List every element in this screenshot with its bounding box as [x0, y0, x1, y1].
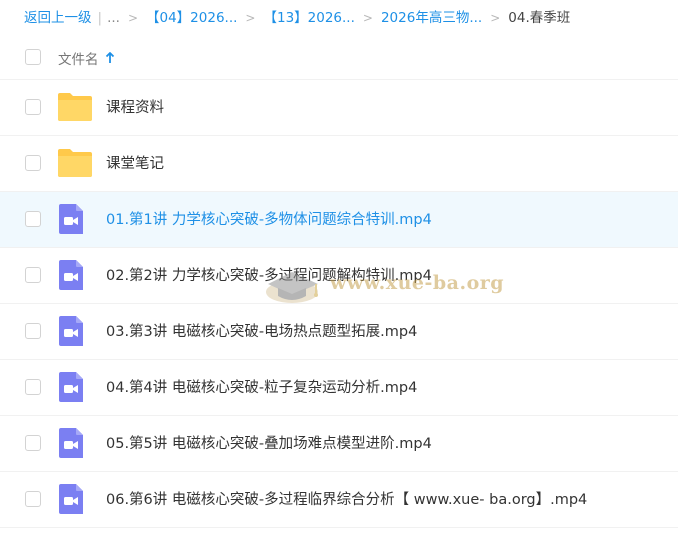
row-checkbox[interactable] [25, 323, 41, 339]
file-name[interactable]: 03.第3讲 电磁核心突破-电场热点题型拓展.mp4 [106, 322, 417, 342]
folder-icon [58, 93, 92, 121]
video-file-icon [59, 316, 83, 346]
file-row[interactable]: 课程资料 [0, 80, 678, 136]
row-checkbox[interactable] [25, 99, 41, 115]
breadcrumb-separator-icon: > [362, 11, 373, 25]
breadcrumb-separator-icon: > [245, 11, 256, 25]
file-row[interactable]: 03.第3讲 电磁核心突破-电场热点题型拓展.mp4 [0, 304, 678, 360]
file-list-header: 文件名 [0, 34, 678, 80]
breadcrumb-item-3[interactable]: 2026年高三物... [381, 9, 482, 27]
breadcrumb: 返回上一级 | ... > 【04】2026... > 【13】2026... … [24, 9, 570, 27]
file-name[interactable]: 06.第6讲 电磁核心突破-多过程临界综合分析【 www.xue- ba.org… [106, 490, 587, 510]
breadcrumb-separator-icon: > [127, 11, 138, 25]
breadcrumb-item-1[interactable]: 【04】2026... [146, 9, 237, 27]
breadcrumb-item-2[interactable]: 【13】2026... [263, 9, 354, 27]
column-header-label: 文件名 [58, 52, 99, 68]
breadcrumb-current: 04.春季班 [508, 10, 571, 26]
folder-icon [58, 149, 92, 177]
file-row[interactable]: 02.第2讲 力学核心突破-多过程问题解构特训.mp4 [0, 248, 678, 304]
video-file-icon [59, 484, 83, 514]
video-file-icon [59, 204, 83, 234]
file-name[interactable]: 05.第5讲 电磁核心突破-叠加场难点模型进阶.mp4 [106, 434, 432, 454]
file-name[interactable]: 02.第2讲 力学核心突破-多过程问题解构特训.mp4 [106, 266, 432, 286]
file-name[interactable]: 04.第4讲 电磁核心突破-粒子复杂运动分析.mp4 [106, 378, 417, 398]
breadcrumb-divider: | [97, 10, 103, 26]
column-header-filename[interactable]: 文件名 [58, 48, 115, 68]
file-row[interactable]: 01.第1讲 力学核心突破-多物体问题综合特训.mp4 [0, 192, 678, 248]
row-checkbox[interactable] [25, 267, 41, 283]
row-checkbox[interactable] [25, 155, 41, 171]
breadcrumb-ellipsis[interactable]: ... [107, 9, 120, 27]
file-row[interactable]: 06.第6讲 电磁核心突破-多过程临界综合分析【 www.xue- ba.org… [0, 472, 678, 528]
file-name[interactable]: 课程资料 [106, 98, 164, 118]
back-link[interactable]: 返回上一级 [24, 9, 92, 27]
sort-ascending-icon[interactable] [105, 52, 115, 64]
file-row[interactable]: 04.第4讲 电磁核心突破-粒子复杂运动分析.mp4 [0, 360, 678, 416]
row-checkbox[interactable] [25, 379, 41, 395]
file-list: 课程资料 课堂笔记 01.第1讲 力学核心突破-多物体问题综合特训.mp4 02… [0, 80, 678, 528]
row-checkbox[interactable] [25, 435, 41, 451]
file-row[interactable]: 05.第5讲 电磁核心突破-叠加场难点模型进阶.mp4 [0, 416, 678, 472]
breadcrumb-separator-icon: > [490, 11, 501, 25]
file-name[interactable]: 01.第1讲 力学核心突破-多物体问题综合特训.mp4 [106, 210, 432, 230]
file-name[interactable]: 课堂笔记 [106, 154, 164, 174]
file-row[interactable]: 课堂笔记 [0, 136, 678, 192]
row-checkbox[interactable] [25, 211, 41, 227]
video-file-icon [59, 372, 83, 402]
row-checkbox[interactable] [25, 491, 41, 507]
select-all-checkbox[interactable] [25, 49, 41, 65]
video-file-icon [59, 428, 83, 458]
video-file-icon [59, 260, 83, 290]
